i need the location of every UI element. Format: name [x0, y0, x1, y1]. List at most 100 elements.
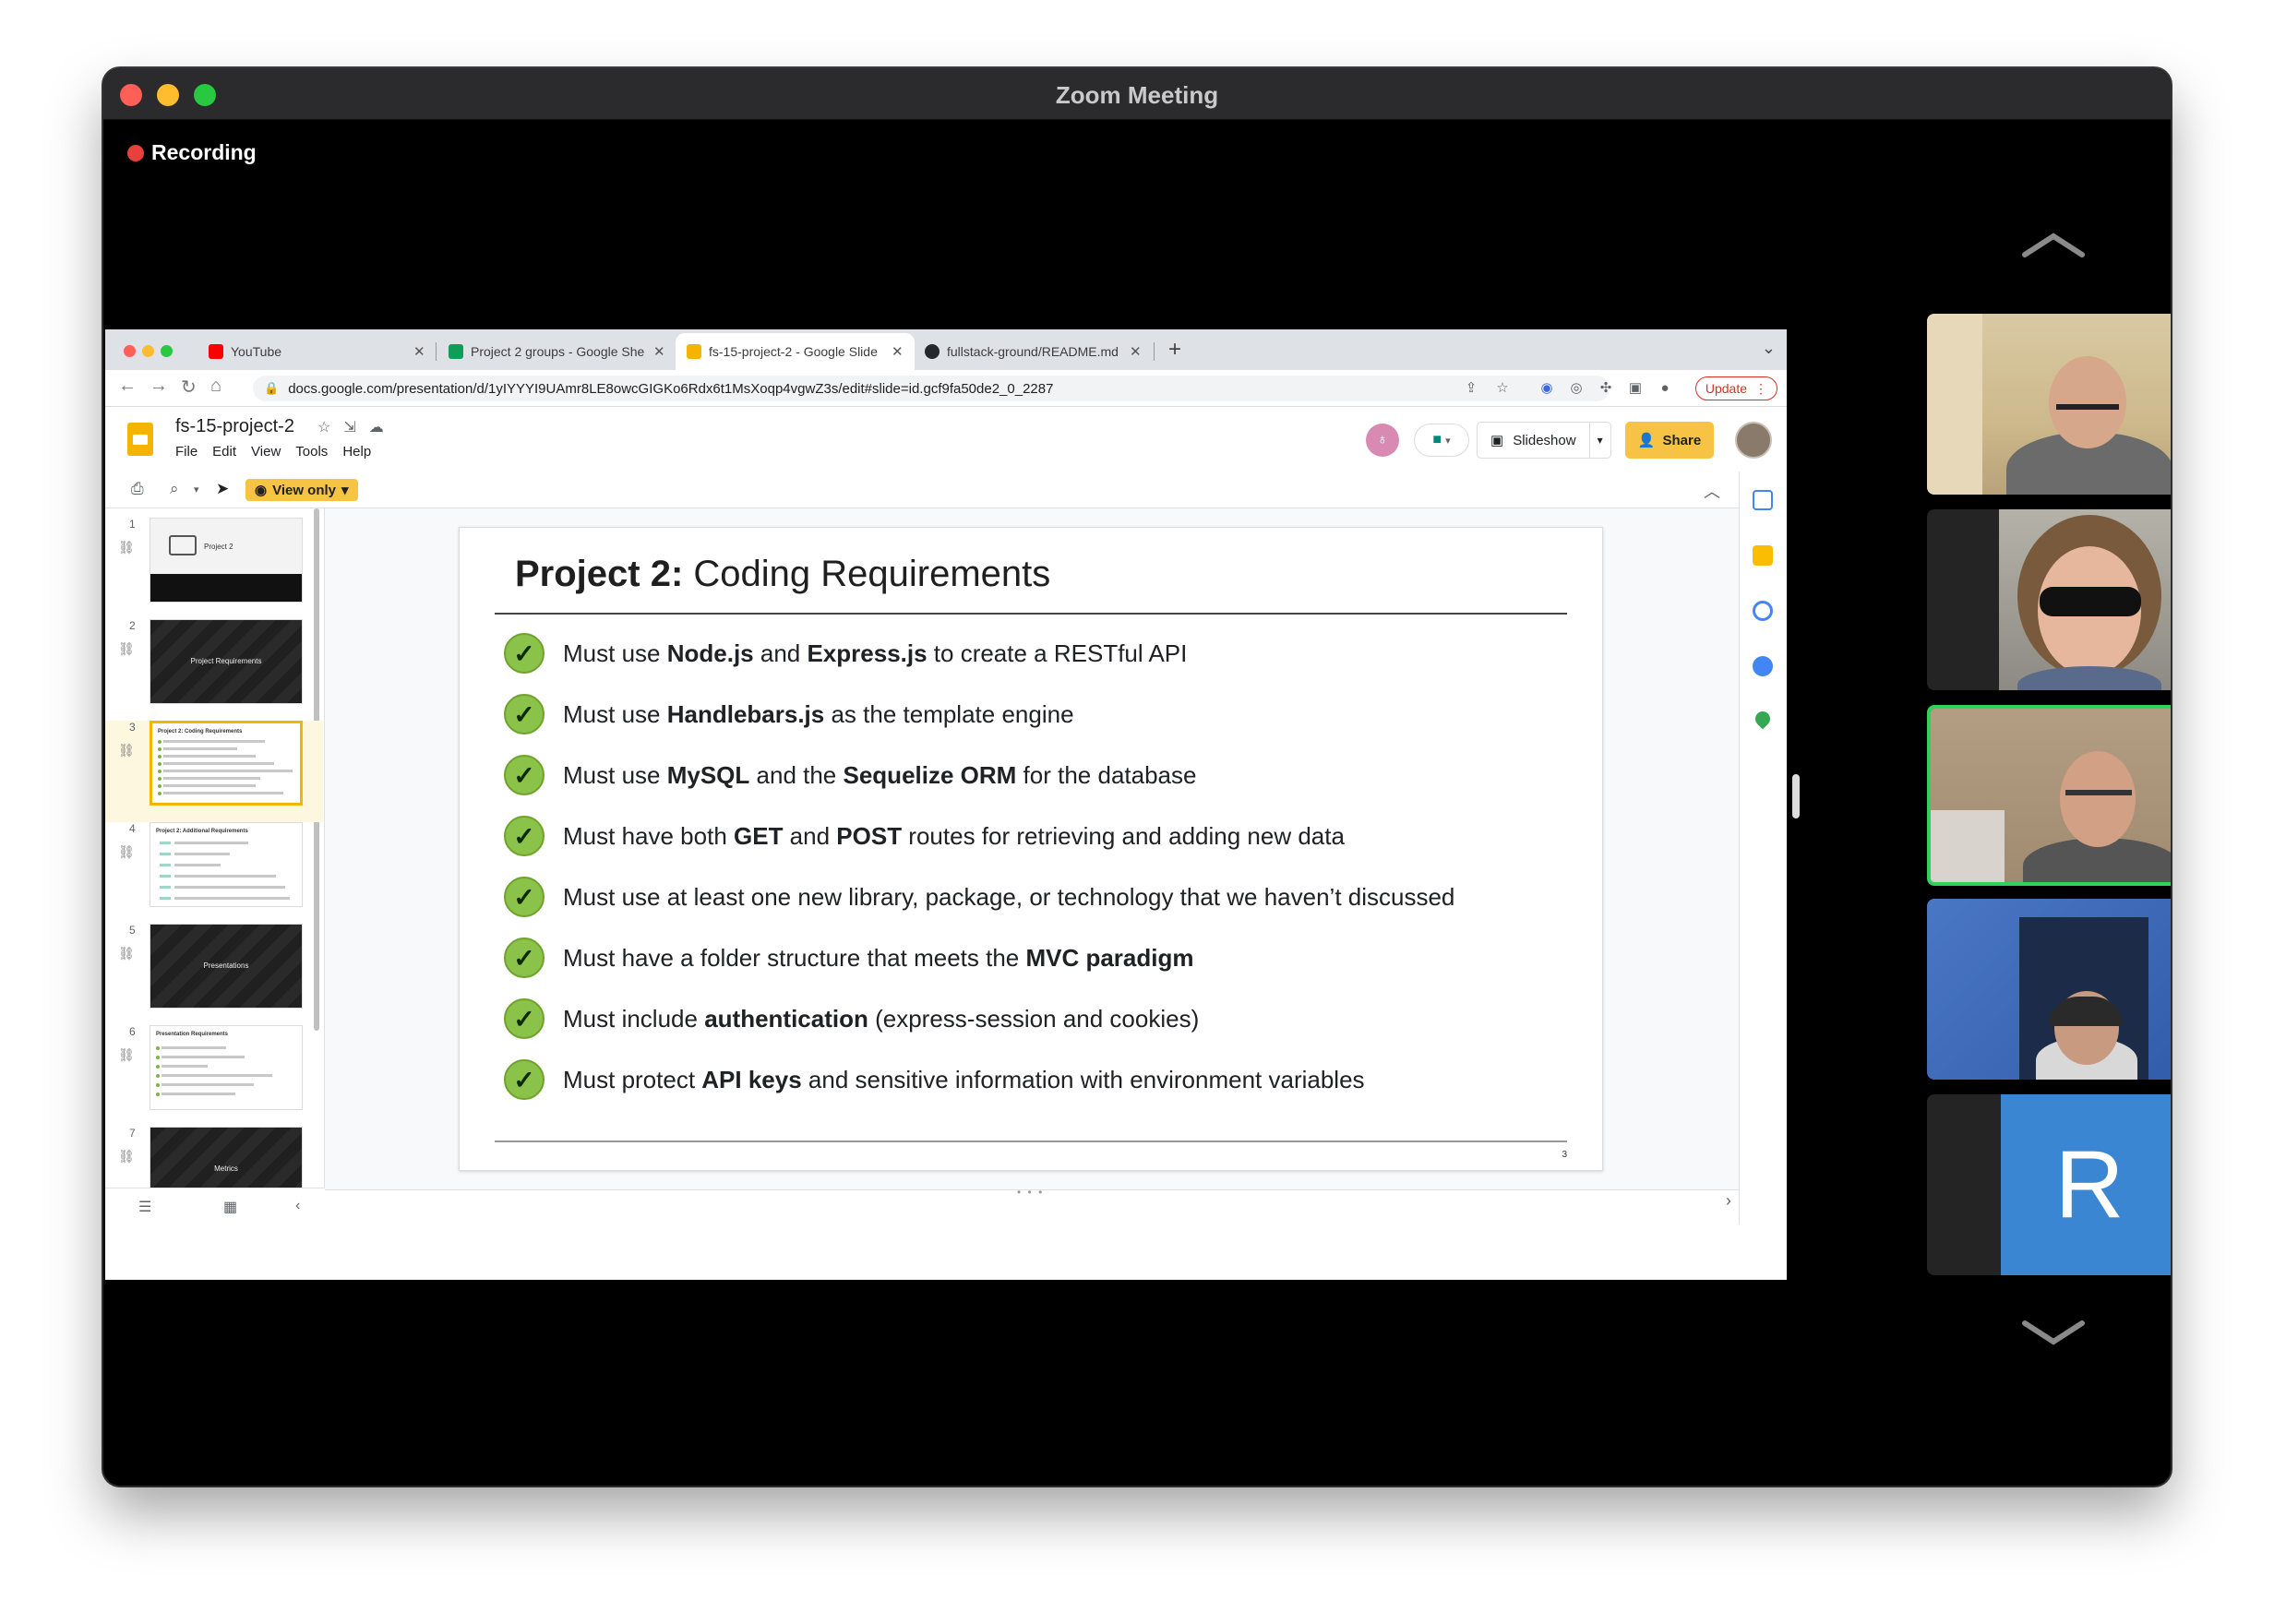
checkmark-icon: ✓ — [504, 937, 545, 978]
move-folder-icon[interactable]: ⇲ — [343, 418, 355, 436]
slide-thumbnail[interactable]: Presentations — [150, 924, 303, 1009]
slide-thumbnail[interactable]: Presentation Requirements — [150, 1025, 303, 1110]
browser-maximize-dot[interactable] — [161, 345, 173, 357]
close-tab-icon[interactable]: ✕ — [413, 343, 425, 360]
back-icon[interactable]: ← — [118, 376, 137, 397]
reload-icon[interactable]: ↻ — [181, 376, 197, 399]
google-slides-icon — [687, 344, 701, 359]
view-only-button[interactable]: ◉ View only ▾ — [245, 479, 358, 501]
tab-youtube[interactable]: YouTube ✕ — [197, 333, 437, 370]
maps-icon[interactable] — [1752, 708, 1774, 730]
browser-minimize-dot[interactable] — [142, 345, 154, 357]
slideshow-button[interactable]: ▣ Slideshow ▾ — [1477, 422, 1611, 459]
close-tab-icon[interactable]: ✕ — [1130, 343, 1142, 360]
requirement-keyword: authentication — [704, 1004, 868, 1033]
filmstrip: 1 ⛓ Project 2 2 ⛓ Project Requirements 3… — [105, 508, 325, 1224]
thumbnail-item-selected[interactable]: 3 ⛓ Project 2: Coding Requirements — [105, 721, 323, 822]
slide-thumbnail[interactable]: Project 2: Additional Requirements — [150, 822, 303, 907]
thumbnail-item[interactable]: 2 ⛓ Project Requirements — [105, 619, 323, 721]
checkmark-icon: ✓ — [504, 694, 545, 734]
extension-icon[interactable]: ◎ — [1567, 378, 1586, 397]
checkmark-icon: ✓ — [504, 816, 545, 856]
link-icon: ⛓ — [118, 540, 135, 555]
menu-tools[interactable]: Tools — [295, 444, 328, 460]
participant-tile[interactable] — [1927, 314, 2171, 495]
tab-title: fullstack-ground/README.md — [947, 344, 1119, 359]
browser-close-dot[interactable] — [124, 345, 136, 357]
checkmark-icon: ✓ — [504, 998, 545, 1039]
scroll-up-icon[interactable] — [2021, 231, 2086, 258]
url-bar[interactable]: 🔒 docs.google.com/presentation/d/1yIYYYI… — [253, 376, 1610, 401]
slide-canvas: Project 2: Coding Requirements ✓ Must use… — [325, 508, 1739, 1224]
account-avatar[interactable] — [1735, 422, 1772, 459]
participant-tile-active-speaker[interactable] — [1927, 705, 2171, 886]
slide-title-bold: Project 2: — [515, 554, 684, 594]
close-tab-icon[interactable]: ✕ — [892, 343, 904, 360]
slide-page-number: 3 — [1562, 1150, 1567, 1160]
slide-thumbnail[interactable]: Project Requirements — [150, 619, 303, 704]
forward-icon[interactable]: → — [150, 376, 168, 397]
close-tab-icon[interactable]: ✕ — [653, 343, 665, 360]
share-button[interactable]: 👤 Share — [1625, 422, 1714, 459]
collapse-toolbar-icon[interactable]: ︿ — [1704, 479, 1720, 503]
print-icon[interactable]: ⎙ — [131, 480, 144, 498]
zoom-dropdown-icon[interactable]: ▾ — [194, 484, 199, 496]
scroll-down-icon[interactable] — [2021, 1320, 2086, 1347]
tab-github[interactable]: fullstack-ground/README.md ✕ — [914, 333, 1153, 370]
contacts-icon[interactable] — [1753, 656, 1773, 676]
profile-icon[interactable]: ● — [1656, 378, 1674, 397]
thumbnail-item[interactable]: 1 ⛓ Project 2 — [105, 518, 323, 619]
home-icon[interactable]: ⌂ — [210, 376, 221, 397]
new-tab-icon[interactable]: + — [1168, 337, 1181, 363]
requirement-keyword: Sequelize ORM — [843, 760, 1017, 789]
thumbnail-item[interactable]: 5 ⛓ Presentations — [105, 924, 323, 1025]
panel-resize-handle[interactable] — [1792, 774, 1800, 818]
calendar-icon[interactable] — [1753, 490, 1773, 510]
menu-file[interactable]: File — [175, 444, 197, 460]
collapse-panel-icon[interactable]: ‹ — [295, 1198, 300, 1214]
tasks-icon[interactable] — [1753, 601, 1773, 621]
select-cursor-icon[interactable]: ➤ — [216, 480, 229, 498]
requirement-keyword: MySQL — [666, 760, 750, 789]
slides-logo-icon[interactable] — [127, 423, 153, 456]
share-page-icon[interactable]: ⇪ — [1462, 378, 1480, 397]
keep-icon[interactable] — [1753, 545, 1773, 566]
requirement-segment: to create a RESTful API — [927, 639, 1188, 667]
thumbnail-item[interactable]: 6 ⛓ Presentation Requirements — [105, 1025, 323, 1127]
update-button[interactable]: Update ⋮ — [1694, 376, 1777, 400]
filmstrip-view-icon[interactable]: ☰ — [138, 1198, 151, 1216]
chevron-right-icon[interactable]: › — [1726, 1191, 1731, 1211]
slide-thumbnail[interactable]: Project 2 — [150, 518, 303, 603]
thumb-caption: Project 2 — [204, 543, 233, 551]
requirement-keyword: POST — [836, 821, 903, 850]
menu-edit[interactable]: Edit — [212, 444, 236, 460]
menu-view[interactable]: View — [251, 444, 281, 460]
grid-view-icon[interactable]: ▦ — [223, 1198, 237, 1216]
participant-tile[interactable] — [1927, 509, 2171, 690]
star-icon[interactable]: ☆ — [317, 418, 330, 436]
requirement-segment: Must use at least one new library, packa… — [563, 882, 1455, 911]
current-slide[interactable]: Project 2: Coding Requirements ✓ Must use… — [459, 527, 1603, 1171]
meet-icon[interactable]: ■ ▾ — [1414, 424, 1469, 457]
participant-video — [1931, 709, 2171, 882]
doc-title[interactable]: fs-15-project-2 — [175, 416, 294, 437]
recording-indicator[interactable]: Recording — [127, 140, 257, 165]
extension-icon[interactable]: ◉ — [1538, 378, 1556, 397]
zoom-icon[interactable]: ⌕ — [170, 480, 179, 498]
tab-slides[interactable]: fs-15-project-2 - Google Slide ✕ — [676, 333, 915, 370]
more-vert-icon: ⋮ — [1754, 380, 1767, 396]
participant-tile[interactable]: R — [1927, 1094, 2171, 1275]
slideshow-dropdown-icon[interactable]: ▾ — [1590, 434, 1610, 447]
sidebar-icon[interactable]: ▣ — [1626, 378, 1645, 397]
tab-sheets[interactable]: Project 2 groups - Google She ✕ — [437, 333, 676, 370]
thumbnail-item[interactable]: 4 ⛓ Project 2: Additional Requirements — [105, 822, 323, 924]
puzzle-icon[interactable]: ✣ — [1597, 378, 1615, 397]
slide-thumbnail[interactable]: Project 2: Coding Requirements — [150, 721, 303, 806]
menu-help[interactable]: Help — [342, 444, 371, 460]
collaborator-avatar[interactable]: ♁ — [1366, 424, 1399, 457]
cloud-saved-icon[interactable]: ☁ — [369, 418, 384, 436]
resize-handle-icon[interactable]: • • • — [1017, 1186, 1044, 1199]
tab-search-icon[interactable]: ⌄ — [1762, 339, 1776, 358]
participant-tile[interactable] — [1927, 899, 2171, 1080]
bookmark-star-icon[interactable]: ☆ — [1493, 378, 1512, 397]
